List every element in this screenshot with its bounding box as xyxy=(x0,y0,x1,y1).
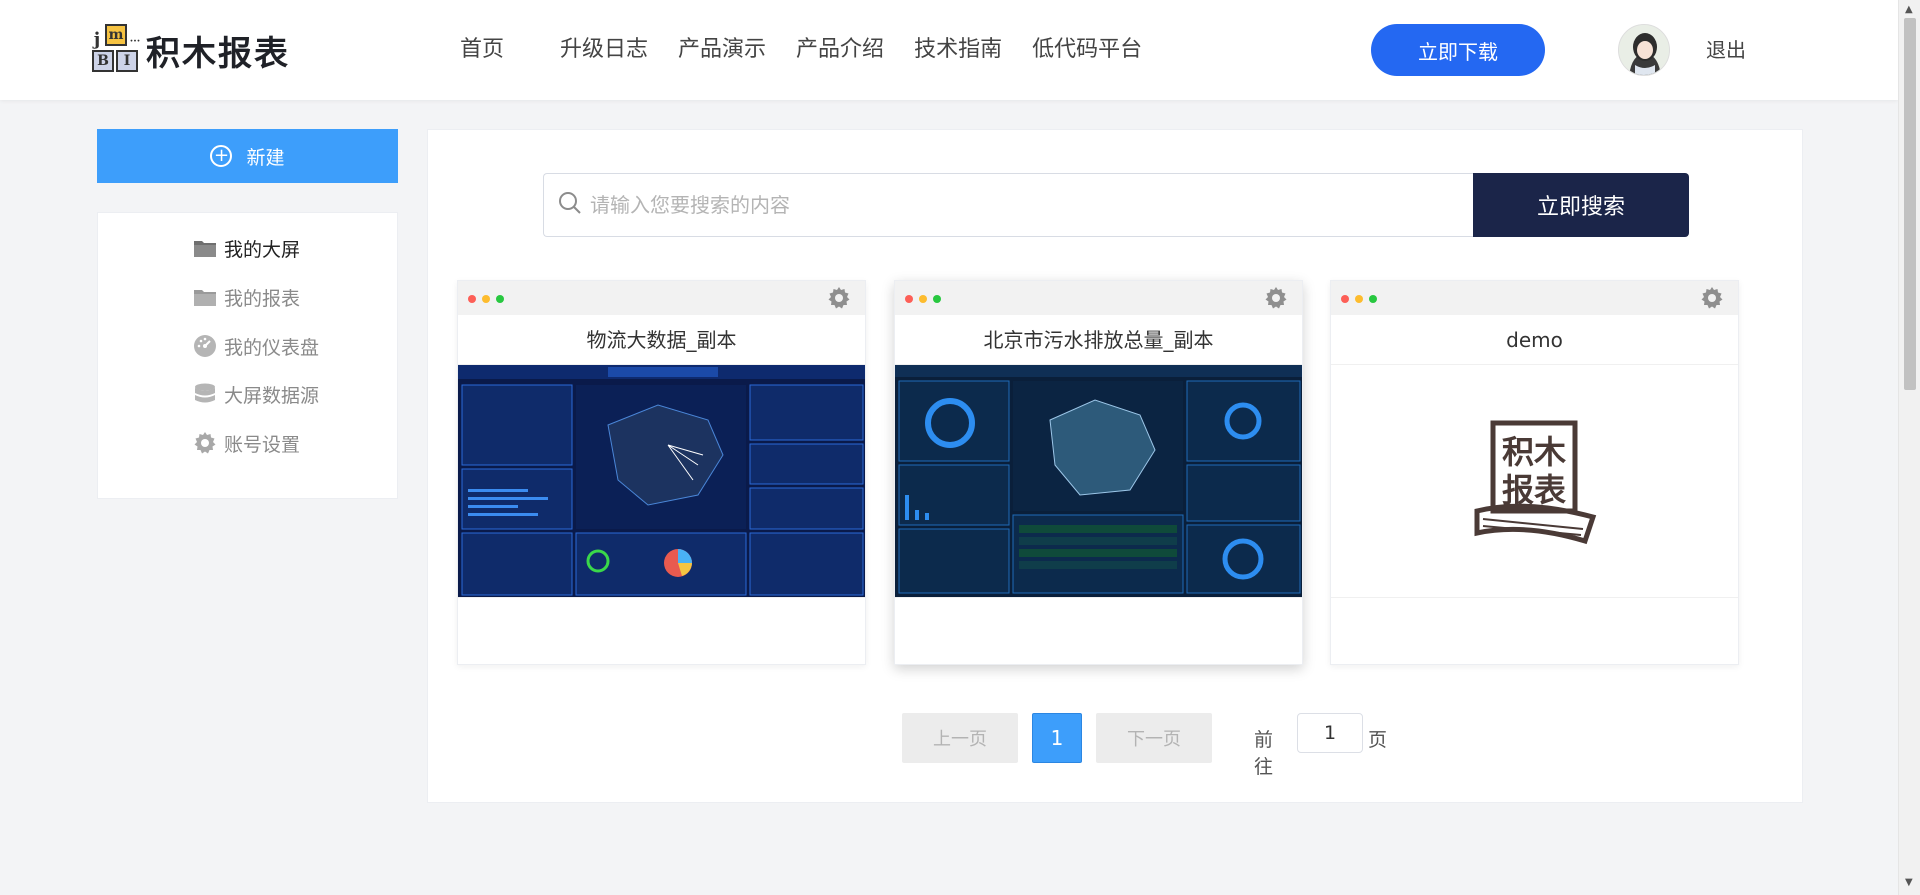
sidebar-item-screen-datasource[interactable]: 大屏数据源 xyxy=(192,379,319,409)
database-icon xyxy=(192,382,218,406)
card-titlebar xyxy=(895,281,1302,315)
screen-card[interactable]: 北京市污水排放总量_副本 xyxy=(894,280,1303,665)
page-number-button[interactable]: 1 xyxy=(1032,713,1082,763)
gear-icon xyxy=(192,431,218,455)
card-settings-gear-icon[interactable] xyxy=(827,286,851,310)
top-header: j m ··· B I 积木报表 首页 升级日志 产品演示 产品介绍 技术指南 … xyxy=(0,0,1898,100)
jimu-report-logo[interactable]: 积木 报表 xyxy=(1331,365,1738,597)
book-logo-icon: 积木 报表 xyxy=(1474,420,1596,545)
new-button-label: 新建 xyxy=(246,146,285,169)
svg-text:报表: 报表 xyxy=(1501,471,1565,509)
page-suffix-label: 页 xyxy=(1368,729,1388,751)
new-button[interactable]: + 新建 xyxy=(97,129,398,183)
screen-card[interactable]: demo 积木 报表 xyxy=(1330,280,1739,665)
card-settings-gear-icon[interactable] xyxy=(1700,286,1724,310)
avatar[interactable] xyxy=(1618,24,1670,76)
logo-block-i: I xyxy=(116,50,138,72)
search-icon xyxy=(558,191,582,219)
nav-home[interactable]: 首页 xyxy=(460,32,504,68)
logout-link[interactable]: 退出 xyxy=(1706,34,1746,63)
avatar-image xyxy=(1619,25,1669,75)
search-button[interactable]: 立即搜索 xyxy=(1473,173,1689,237)
card-settings-gear-icon[interactable] xyxy=(1264,286,1288,310)
prev-page-button[interactable]: 上一页 xyxy=(902,713,1018,763)
card-footer xyxy=(1331,597,1738,627)
goto-label: 前往 xyxy=(1254,729,1274,778)
card-title[interactable]: 北京市污水排放总量_副本 xyxy=(895,315,1302,365)
window-close-dot xyxy=(905,295,913,303)
window-minimize-dot xyxy=(482,295,490,303)
search-box xyxy=(543,173,1473,237)
logo-text: 积木报表 xyxy=(146,33,290,74)
logistics-dashboard-thumbnail[interactable] xyxy=(458,365,865,597)
next-page-button[interactable]: 下一页 xyxy=(1096,713,1212,763)
vertical-scrollbar[interactable]: ▲ ▼ xyxy=(1898,0,1920,895)
screen-card[interactable]: 物流大数据_副本 xyxy=(457,280,866,665)
logo-block-b: B xyxy=(92,50,114,72)
card-titlebar xyxy=(1331,281,1738,315)
sewage-dashboard-thumbnail[interactable] xyxy=(895,365,1302,597)
goto-page-input[interactable] xyxy=(1297,713,1363,753)
dashboard-icon xyxy=(192,334,218,358)
window-close-dot xyxy=(1341,295,1349,303)
nav-lowcode-platform[interactable]: 低代码平台 xyxy=(1032,32,1142,68)
window-maximize-dot xyxy=(1369,295,1377,303)
scroll-up-arrow-icon[interactable]: ▲ xyxy=(1905,4,1913,15)
card-title[interactable]: 物流大数据_副本 xyxy=(458,315,865,365)
folder-icon xyxy=(192,285,218,309)
sidebar-item-label: 我的仪表盘 xyxy=(224,336,320,359)
sidebar-item-account-settings[interactable]: 账号设置 xyxy=(192,428,300,458)
sidebar-item-my-screens[interactable]: 我的大屏 xyxy=(192,233,300,263)
plus-circle-icon: + xyxy=(210,145,233,167)
search-input[interactable] xyxy=(590,193,1473,217)
card-titlebar xyxy=(458,281,865,315)
search-bar: 立即搜索 xyxy=(543,173,1689,237)
sidebar-item-my-dashboards[interactable]: 我的仪表盘 xyxy=(192,331,319,361)
window-close-dot xyxy=(468,295,476,303)
sidebar-menu: 我的大屏 我的报表 我的仪表盘 大屏数据源 账号设置 xyxy=(97,212,398,499)
nav-changelog[interactable]: 升级日志 xyxy=(560,32,648,68)
nav-product-intro[interactable]: 产品介绍 xyxy=(796,32,884,68)
logo-blocks-icon: j m ··· B I xyxy=(90,24,142,76)
sidebar-item-label: 我的大屏 xyxy=(224,238,301,261)
card-footer xyxy=(458,597,865,627)
card-title[interactable]: demo xyxy=(1331,315,1738,365)
main-nav: 首页 升级日志 产品演示 产品介绍 技术指南 低代码平台 xyxy=(460,32,1172,68)
window-maximize-dot xyxy=(496,295,504,303)
scrollbar-thumb[interactable] xyxy=(1904,18,1916,390)
window-maximize-dot xyxy=(933,295,941,303)
sidebar-item-label: 账号设置 xyxy=(224,433,301,456)
logo-dots: ··· xyxy=(129,35,141,47)
card-footer xyxy=(895,597,1302,627)
sidebar-item-label: 我的报表 xyxy=(224,287,301,310)
folder-icon xyxy=(192,236,218,260)
download-button[interactable]: 立即下载 xyxy=(1371,24,1545,76)
main-panel: 立即搜索 物流大数据_副本 xyxy=(427,129,1803,803)
window-minimize-dot xyxy=(919,295,927,303)
scroll-down-arrow-icon[interactable]: ▼ xyxy=(1905,877,1913,888)
nav-tech-guide[interactable]: 技术指南 xyxy=(914,32,1002,68)
sidebar-item-my-reports[interactable]: 我的报表 xyxy=(192,282,300,312)
logo-block-j: j xyxy=(90,28,104,50)
nav-demo[interactable]: 产品演示 xyxy=(678,32,766,68)
svg-text:积木: 积木 xyxy=(1501,433,1565,471)
logo-block-m: m xyxy=(105,24,127,46)
window-minimize-dot xyxy=(1355,295,1363,303)
sidebar-item-label: 大屏数据源 xyxy=(224,384,320,407)
logo[interactable]: j m ··· B I 积木报表 xyxy=(90,24,290,76)
